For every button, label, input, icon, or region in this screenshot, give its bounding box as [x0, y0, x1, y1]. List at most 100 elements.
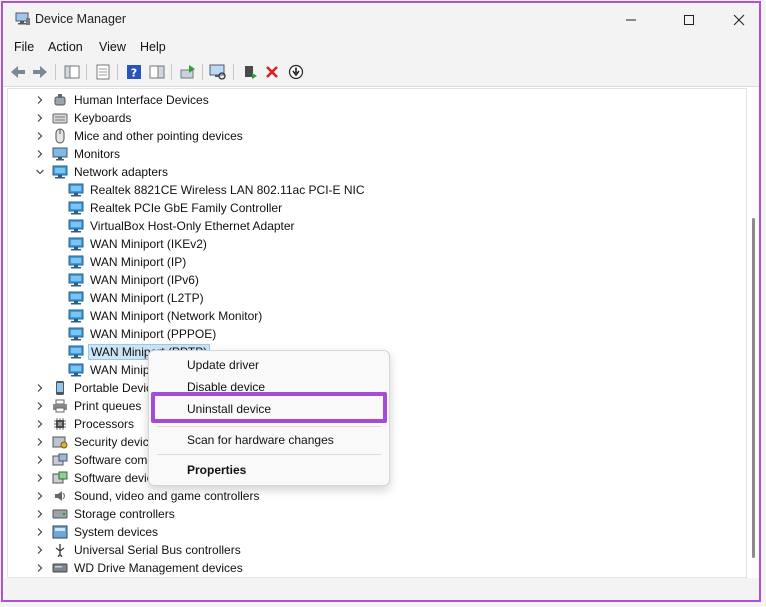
tree-item[interactable]: WAN Miniport (Network Monitor) — [68, 307, 264, 325]
network-adapter-icon — [68, 344, 84, 360]
chevron-right-icon[interactable] — [34, 382, 46, 394]
toolbar: ? — [3, 58, 759, 87]
tree-item[interactable]: Print queues — [34, 397, 143, 415]
chevron-right-icon[interactable] — [34, 94, 46, 106]
tree-item-label: Software comp — [74, 453, 155, 467]
tree-item[interactable]: Mice and other pointing devices — [34, 127, 245, 145]
chevron-right-icon[interactable] — [34, 148, 46, 160]
system-device-icon — [52, 524, 68, 540]
chevron-right-icon[interactable] — [34, 508, 46, 520]
chevron-down-icon[interactable] — [34, 166, 46, 178]
tree-item-label: Processors — [74, 417, 135, 431]
tree-item[interactable]: System devices — [34, 523, 160, 541]
portable-device-icon — [52, 380, 68, 396]
vertical-scrollbar[interactable] — [748, 88, 759, 578]
software-component-icon — [52, 452, 68, 468]
download-driver-button[interactable] — [286, 62, 306, 82]
help-button[interactable]: ? — [124, 62, 144, 82]
tree-item[interactable]: Software device — [34, 469, 161, 487]
software-device-icon — [52, 470, 68, 486]
chevron-right-icon[interactable] — [34, 112, 46, 124]
minimize-button[interactable] — [609, 7, 653, 33]
help-icon: ? — [127, 65, 141, 80]
chevron-right-icon[interactable] — [34, 400, 46, 412]
chevron-right-icon[interactable] — [34, 472, 46, 484]
tree-item[interactable]: Storage controllers — [34, 505, 177, 523]
show-hide-tree-button[interactable] — [62, 62, 82, 82]
close-button[interactable] — [717, 7, 761, 33]
back-button[interactable] — [8, 62, 28, 82]
tree-item[interactable]: WAN Miniport (PPPOE) — [68, 325, 218, 343]
maximize-icon — [684, 15, 694, 25]
enable-device-button[interactable] — [240, 62, 260, 82]
speaker-icon — [52, 488, 68, 504]
tree-item[interactable]: Software comp — [34, 451, 156, 469]
tree-item[interactable]: WAN Minip — [68, 361, 152, 379]
menu-update-driver[interactable]: Update driver — [187, 358, 259, 372]
tree-item[interactable]: WAN Miniport (IPv6) — [68, 271, 201, 289]
tree-item[interactable]: Realtek 8821CE Wireless LAN 802.11ac PCI… — [68, 181, 367, 199]
status-bar — [3, 578, 759, 600]
tree-item-label: Storage controllers — [74, 507, 175, 521]
close-icon — [733, 14, 745, 26]
chevron-right-icon[interactable] — [34, 544, 46, 556]
uninstall-button[interactable] — [262, 62, 282, 82]
tree-item-label: Universal Serial Bus controllers — [74, 543, 241, 557]
tree-item[interactable]: Processors — [34, 415, 136, 433]
tree-item-label: WAN Miniport (Network Monitor) — [90, 309, 263, 323]
storage-icon — [52, 506, 68, 522]
tree-item[interactable]: WAN Miniport (L2TP) — [68, 289, 206, 307]
chevron-right-icon[interactable] — [34, 562, 46, 574]
chevron-right-icon[interactable] — [34, 526, 46, 538]
update-driver-icon — [180, 65, 195, 79]
menu-properties[interactable]: Properties — [187, 463, 246, 477]
tree-item[interactable]: WAN Miniport (IP) — [68, 253, 188, 271]
maximize-button[interactable] — [667, 7, 711, 33]
tree-item-label: WAN Miniport (IP) — [90, 255, 187, 269]
network-adapter-icon — [68, 254, 84, 270]
menu-separator — [157, 454, 381, 455]
network-adapter-icon — [68, 218, 84, 234]
tree-item-label: WAN Miniport (L2TP) — [90, 291, 204, 305]
chevron-right-icon[interactable] — [34, 418, 46, 430]
chevron-right-icon[interactable] — [34, 436, 46, 448]
tree-item[interactable]: Keyboards — [34, 109, 133, 127]
update-driver-button[interactable] — [178, 62, 198, 82]
tree-item[interactable]: VirtualBox Host-Only Ethernet Adapter — [68, 217, 297, 235]
tree-item[interactable]: Universal Serial Bus controllers — [34, 541, 243, 559]
properties-button[interactable] — [93, 62, 113, 82]
chevron-right-icon[interactable] — [34, 130, 46, 142]
chevron-right-icon[interactable] — [34, 454, 46, 466]
action-pane-icon — [149, 65, 165, 79]
tree-item[interactable]: Human Interface Devices — [34, 91, 211, 109]
network-adapter-icon — [68, 326, 84, 342]
enable-device-icon — [245, 66, 257, 79]
action-pane-button[interactable] — [147, 62, 167, 82]
usb-icon — [52, 542, 68, 558]
menu-bar: File Action View Help — [3, 36, 759, 58]
menu-view[interactable]: View — [99, 40, 126, 54]
scan-hardware-button[interactable] — [208, 62, 228, 82]
tree-item[interactable]: Network adapters — [34, 163, 170, 181]
mouse-icon — [52, 128, 68, 144]
forward-button[interactable] — [30, 62, 50, 82]
menu-help[interactable]: Help — [140, 40, 166, 54]
menu-scan-hardware-changes[interactable]: Scan for hardware changes — [187, 433, 334, 447]
tree-item[interactable]: Monitors — [34, 145, 122, 163]
menu-file[interactable]: File — [14, 40, 34, 54]
tree-item-label: Monitors — [74, 147, 121, 161]
tree-item-label: WAN Miniport (IKEv2) — [90, 237, 207, 251]
tree-item[interactable]: WD Drive Management devices — [34, 559, 245, 577]
chevron-right-icon[interactable] — [34, 490, 46, 502]
tree-item[interactable]: Sound, video and game controllers — [34, 487, 261, 505]
toolbar-separator — [86, 64, 87, 80]
tree-item[interactable]: Portable Device — [34, 379, 161, 397]
toolbar-separator — [171, 64, 172, 80]
tree-item[interactable]: Security devices — [34, 433, 163, 451]
device-tree[interactable]: Human Interface Devices Keyboards Mice and… — [7, 88, 747, 578]
tree-item[interactable]: Realtek PCIe GbE Family Controller — [68, 199, 284, 217]
menu-action[interactable]: Action — [48, 40, 83, 54]
tree-item-label: WAN Miniport (PPPOE) — [90, 327, 217, 341]
scrollbar-thumb[interactable] — [752, 218, 755, 558]
tree-item[interactable]: WAN Miniport (IKEv2) — [68, 235, 209, 253]
